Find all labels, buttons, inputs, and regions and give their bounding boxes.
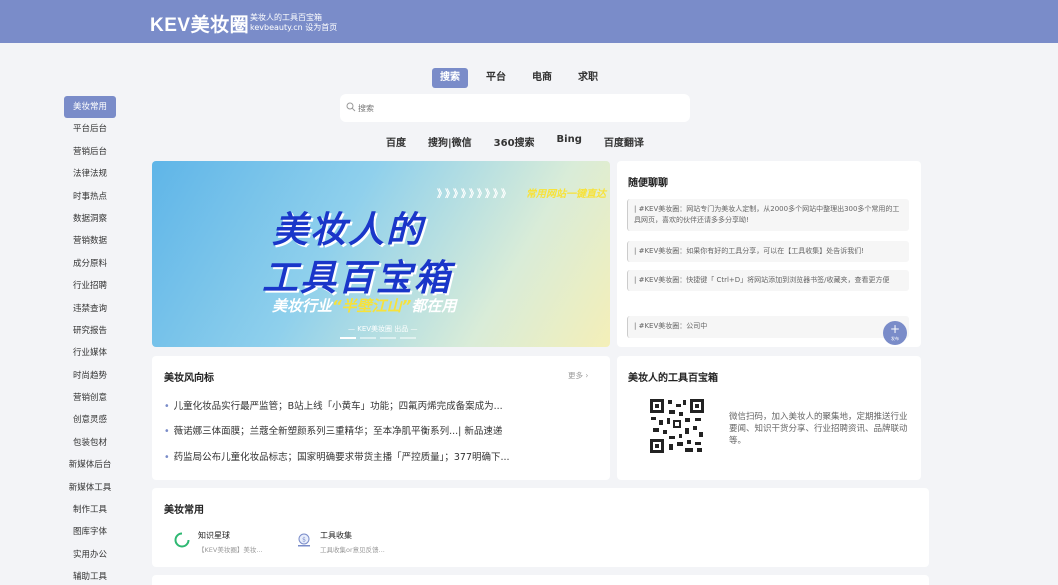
bullet-icon: • <box>164 452 170 463</box>
bullet-icon: • <box>164 426 170 437</box>
tagline-text: 美妆人的工具百宝箱 <box>250 13 322 22</box>
sidebar-item-prohibited-query[interactable]: 违禁查询 <box>64 298 116 320</box>
sidebar-item-packaging[interactable]: 包装包材 <box>64 432 116 454</box>
news-item[interactable]: • 薇诺娜三体面膜；兰蔻全新塑颜系列三重精华；至本净肌平衡系列...| 新品速递 <box>164 423 502 437</box>
sidebar-item-marketing-ideas[interactable]: 营销创意 <box>64 387 116 409</box>
news-card-title: 美妆风向标 <box>164 373 214 384</box>
engine-bing[interactable]: Bing <box>557 134 582 149</box>
banner-slogan-b: 都在用 <box>411 297 457 315</box>
top-header: KEV美妆圈 美妆人的工具百宝箱 kevbeauty.cn 设为首页 <box>0 0 1058 43</box>
sidebar-item-recruitment[interactable]: 行业招聘 <box>64 275 116 297</box>
common-tools-card: 美妆常用 知识星球 【KEV美妆圈】美妆... $ 工具收集 工具收集or意见反… <box>152 488 929 567</box>
sidebar-item-inspiration[interactable]: 创意灵感 <box>64 409 116 431</box>
knowledge-planet-icon <box>174 532 190 548</box>
sidebar-item-current-events[interactable]: 时事热点 <box>64 186 116 208</box>
engine-baidu-translate[interactable]: 百度翻译 <box>604 134 644 149</box>
next-section-card <box>152 575 929 585</box>
qr-card: 美妆人的工具百宝箱 微信扫码，加入美妆人的聚集地，定期推送行业要闻、知识干货分享… <box>617 356 921 480</box>
sidebar-item-auxiliary-tools[interactable]: 辅助工具 <box>64 566 116 585</box>
tab-ecommerce[interactable]: 电商 <box>524 68 560 88</box>
qr-card-description: 微信扫码，加入美妆人的聚集地，定期推送行业要闻、知识干货分享、行业招聘资讯、品牌… <box>729 412 908 446</box>
bullet-icon: • <box>164 401 170 412</box>
news-more-link[interactable]: 更多 › <box>568 370 588 381</box>
svg-text:$: $ <box>302 537 306 544</box>
news-item[interactable]: • 儿童化妆品实行最严监管；B站上线「小黄车」功能；四氟丙烯完成备案成为... <box>164 398 503 412</box>
sidebar-item-marketing-backend[interactable]: 营销后台 <box>64 141 116 163</box>
chat-message[interactable]: | #KEV美妆圈：如果你有好的工具分享，可以在【工具收集】处告诉我们! <box>627 241 909 262</box>
chat-card-title: 随便聊聊 <box>628 178 668 189</box>
sidebar-item-data-insight[interactable]: 数据洞察 <box>64 208 116 230</box>
search-engine-list: 百度 搜狗|微信 360搜索 Bing 百度翻译 <box>386 134 666 149</box>
sidebar-item-new-media-backend[interactable]: 新媒体后台 <box>64 454 116 476</box>
sidebar-item-platform-backend[interactable]: 平台后台 <box>64 118 116 140</box>
tool-item-knowledge-planet[interactable]: 知识星球 【KEV美妆圈】美妆... <box>174 530 284 558</box>
sidebar-item-marketing-data[interactable]: 营销数据 <box>64 230 116 252</box>
tab-platform[interactable]: 平台 <box>478 68 514 88</box>
search-input[interactable] <box>358 98 678 118</box>
carousel-dot[interactable] <box>360 337 376 339</box>
news-item-text: 薇诺娜三体面膜；兰蔻全新塑颜系列三重精华；至本净肌平衡系列...| 新品速递 <box>173 426 503 437</box>
chat-message[interactable]: | #KEV美妆圈：快捷键「 Ctrl+D」将网站添加到浏览器书签/收藏夹，查看… <box>627 270 909 291</box>
tool-collection-icon: $ <box>298 533 310 547</box>
carousel-dot[interactable] <box>380 337 396 339</box>
tool-item-tool-collection[interactable]: $ 工具收集 工具收集or意见反馈... <box>296 530 406 558</box>
engine-baidu[interactable]: 百度 <box>386 134 406 149</box>
promo-banner[interactable]: 》》》》》》》》》 常用网站一键直达 美妆人的 工具百宝箱 美妆行业“半壁江山”… <box>152 161 610 347</box>
tab-search[interactable]: 搜索 <box>432 68 468 88</box>
sidebar-item-laws[interactable]: 法律法规 <box>64 163 116 185</box>
engine-360[interactable]: 360搜索 <box>494 134 535 149</box>
sidebar-item-beauty-common[interactable]: 美妆常用 <box>64 96 116 118</box>
banner-carousel-dots <box>340 337 416 339</box>
sidebar-item-research-reports[interactable]: 研究报告 <box>64 320 116 342</box>
set-homepage-link[interactable]: kevbeauty.cn 设为首页 <box>250 23 337 33</box>
chat-message[interactable]: | #KEV美妆圈：网站专门为美妆人定制，从2000多个网站中整理出300多个常… <box>627 199 909 231</box>
sidebar-item-office[interactable]: 实用办公 <box>64 544 116 566</box>
news-item[interactable]: • 药监局公布儿童化妆品标志；国家明确要求带货主播「严控质量」；377明确下... <box>164 449 510 463</box>
site-tagline: 美妆人的工具百宝箱 kevbeauty.cn 设为首页 <box>250 13 337 33</box>
post-button-label: 发布 <box>891 336 899 341</box>
tool-name: 工具收集 <box>320 531 352 540</box>
sidebar-item-production-tools[interactable]: 制作工具 <box>64 499 116 521</box>
tab-jobs[interactable]: 求职 <box>570 68 606 88</box>
news-item-text: 药监局公布儿童化妆品标志；国家明确要求带货主播「严控质量」；377明确下... <box>173 452 510 463</box>
chat-card: 随便聊聊 | #KEV美妆圈：网站专门为美妆人定制，从2000多个网站中整理出3… <box>617 161 921 347</box>
common-tools-title: 美妆常用 <box>164 505 204 516</box>
banner-slogan-a: 美妆行业 <box>272 297 333 315</box>
sidebar-item-industry-media[interactable]: 行业媒体 <box>64 342 116 364</box>
category-sidebar: 美妆常用 平台后台 营销后台 法律法规 时事热点 数据洞察 营销数据 成分原料 … <box>64 96 116 585</box>
banner-credit: — KEV美妆圈 出品 — <box>348 325 418 333</box>
banner-headline-2: 工具百宝箱 <box>262 258 453 299</box>
sidebar-item-images-fonts[interactable]: 图库字体 <box>64 521 116 543</box>
sidebar-item-fashion-trends[interactable]: 时尚趋势 <box>64 365 116 387</box>
qr-card-title: 美妆人的工具百宝箱 <box>628 373 718 384</box>
banner-slogan-highlight: “半壁江山” <box>332 297 412 315</box>
chat-message[interactable]: | #KEV美妆圈：公司中 <box>627 316 909 338</box>
sidebar-item-ingredients[interactable]: 成分原料 <box>64 253 116 275</box>
search-icon <box>346 102 356 112</box>
tool-name: 知识星球 <box>198 531 230 540</box>
tool-description: 【KEV美妆圈】美妆... <box>198 546 263 554</box>
news-item-text: 儿童化妆品实行最严监管；B站上线「小黄车」功能；四氟丙烯完成备案成为... <box>173 401 503 412</box>
search-box <box>340 94 690 122</box>
search-tabs: 搜索 平台 电商 求职 <box>432 68 616 88</box>
banner-headline-1: 美妆人的 <box>272 210 425 251</box>
banner-slogan: 美妆行业“半壁江山”都在用 <box>272 295 456 316</box>
site-logo[interactable]: KEV美妆圈 <box>150 10 249 37</box>
post-button[interactable]: + 发布 <box>883 321 907 345</box>
tool-description: 工具收集or意见反馈... <box>320 546 385 554</box>
banner-hot-text: 常用网站一键直达 <box>526 189 606 200</box>
sidebar-item-new-media-tools[interactable]: 新媒体工具 <box>64 477 116 499</box>
news-card: 美妆风向标 更多 › • 儿童化妆品实行最严监管；B站上线「小黄车」功能；四氟丙烯… <box>152 356 610 480</box>
carousel-dot[interactable] <box>340 337 356 339</box>
wechat-qr-code-icon <box>649 398 705 454</box>
carousel-dot[interactable] <box>400 337 416 339</box>
banner-arrows: 》》》》》》》》》 <box>437 189 514 200</box>
engine-sogou-wechat[interactable]: 搜狗|微信 <box>428 134 472 149</box>
